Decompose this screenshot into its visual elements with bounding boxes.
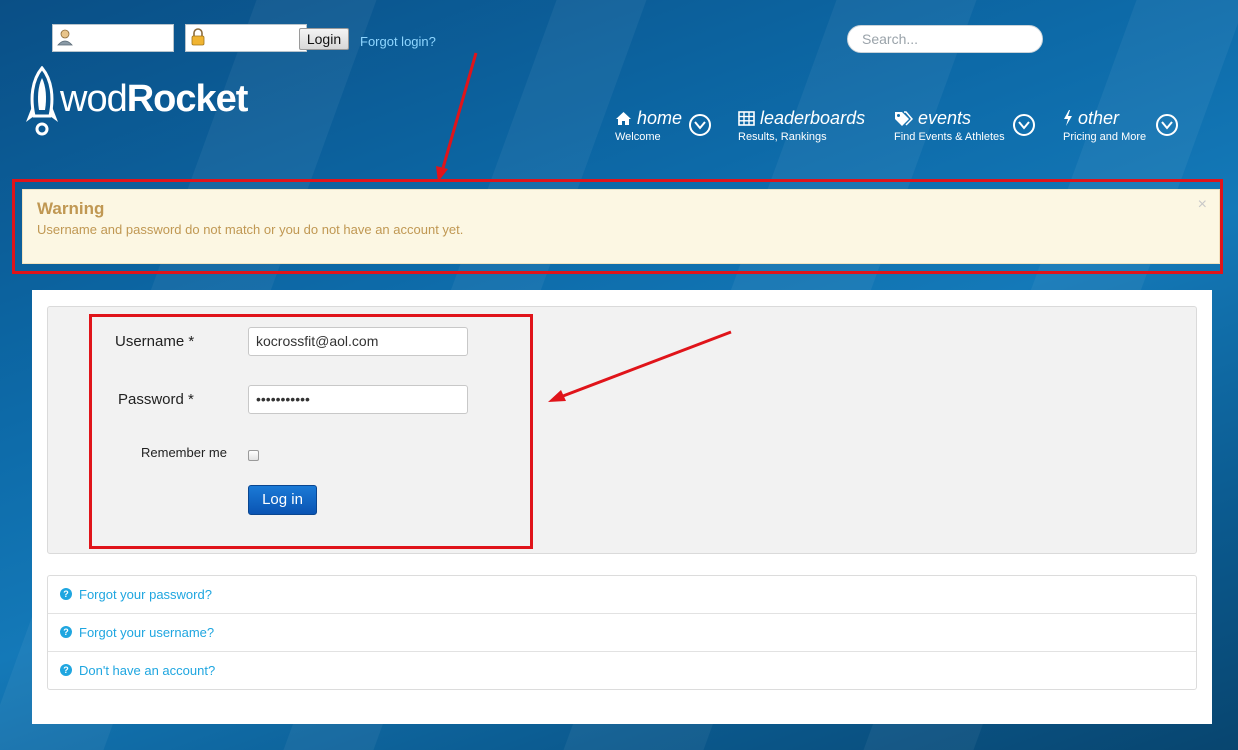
- help-links-list: ? Forgot your password? ? Forgot your us…: [47, 575, 1197, 690]
- nav-home-subtitle: Welcome: [615, 131, 661, 143]
- lock-icon: [191, 28, 205, 46]
- question-icon: ?: [60, 626, 72, 638]
- nav-leaderboards[interactable]: leaderboards Results, Rankings: [738, 108, 865, 144]
- nav-other-title: other: [1078, 108, 1120, 128]
- nav-leaderboards-subtitle: Results, Rankings: [738, 131, 827, 143]
- list-item[interactable]: ? Forgot your password?: [48, 576, 1196, 614]
- nav-events-subtitle: Find Events & Athletes: [894, 131, 1005, 143]
- logo-text-wod: wod: [60, 78, 128, 120]
- chevron-down-icon[interactable]: [689, 114, 711, 136]
- table-icon: [738, 111, 755, 126]
- chevron-down-icon[interactable]: [1156, 114, 1178, 136]
- nav-other-subtitle: Pricing and More: [1063, 131, 1147, 143]
- no-account-link[interactable]: Don't have an account?: [79, 663, 215, 678]
- annotation-box-warning: [12, 179, 1223, 274]
- list-item[interactable]: ? Don't have an account?: [48, 652, 1196, 690]
- logo[interactable]: wodRocket: [60, 78, 249, 121]
- nav-home-title: home: [637, 108, 683, 128]
- annotation-box-form: [89, 314, 533, 549]
- question-icon: ?: [60, 664, 72, 676]
- nav-events-title: events: [918, 108, 972, 128]
- forgot-password-link[interactable]: Forgot your password?: [79, 587, 212, 602]
- forgot-login-link[interactable]: Forgot login?: [360, 34, 436, 49]
- header-username-input[interactable]: [52, 24, 174, 52]
- forgot-username-link[interactable]: Forgot your username?: [79, 625, 214, 640]
- list-item[interactable]: ? Forgot your username?: [48, 614, 1196, 652]
- rocket-logo-icon: [26, 66, 58, 136]
- nav-home[interactable]: home Welcome: [615, 108, 682, 144]
- bolt-icon: [1064, 110, 1072, 126]
- nav-events[interactable]: events Find Events & Athletes: [894, 108, 1005, 144]
- home-icon: [616, 112, 631, 125]
- nav-other[interactable]: other Pricing and More: [1063, 108, 1146, 144]
- search-input[interactable]: Search...: [847, 25, 1043, 53]
- header-password-input[interactable]: [185, 24, 307, 52]
- logo-text-rocket: Rocket: [126, 78, 249, 120]
- header-login-button[interactable]: Login: [299, 28, 349, 50]
- nav-leaderboards-title: leaderboards: [760, 108, 866, 128]
- question-icon: ?: [60, 588, 72, 600]
- tags-icon: [895, 111, 913, 126]
- annotation-arrow: [441, 52, 478, 169]
- chevron-down-icon[interactable]: [1013, 114, 1035, 136]
- user-icon: [57, 29, 73, 46]
